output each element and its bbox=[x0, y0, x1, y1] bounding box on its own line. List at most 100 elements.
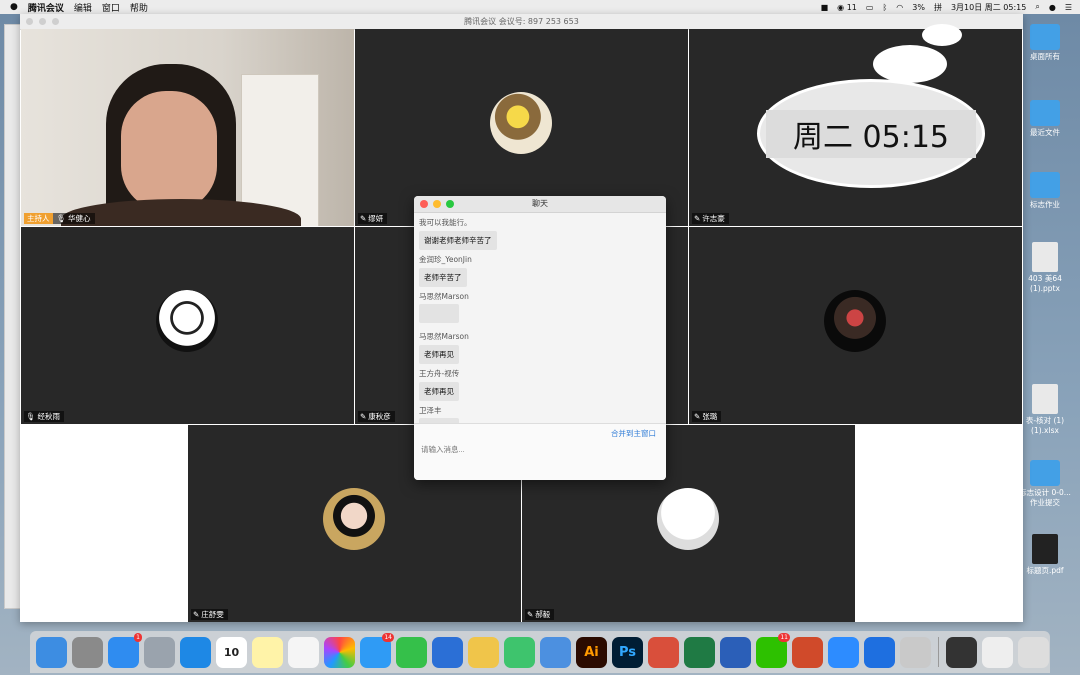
keynote-presentation-icon[interactable] bbox=[540, 636, 571, 668]
cloud-shape bbox=[873, 45, 947, 83]
finder-icon[interactable] bbox=[36, 636, 67, 668]
window-titlebar[interactable]: 腾讯会议 会议号: 897 253 653 bbox=[20, 14, 1023, 30]
calendar-day: 10 bbox=[223, 645, 240, 659]
chat-window: 聊天 我可以我能行。 谢谢老师老师辛苦了 金润珍_YeonJin 老师辛苦了 马思然… bbox=[414, 196, 666, 480]
user-avatar-icon[interactable]: ● bbox=[1049, 3, 1056, 12]
folder-icon bbox=[1030, 172, 1060, 198]
notification-center-icon[interactable]: ☰ bbox=[1065, 3, 1072, 12]
microphone-muted-icon: ✎ bbox=[360, 214, 367, 223]
trash-icon[interactable] bbox=[1018, 636, 1049, 668]
bluetooth-icon[interactable]: ᛒ bbox=[882, 3, 887, 12]
pages-icon[interactable] bbox=[468, 636, 499, 668]
message-bubble: 老师再见 bbox=[419, 345, 459, 364]
chat-titlebar[interactable]: 聊天 bbox=[414, 196, 666, 213]
clock-callout: 周二 05:15 bbox=[757, 79, 985, 188]
powerpoint-icon[interactable] bbox=[792, 636, 823, 668]
participant-name-tag: ✎ 缪妍 bbox=[358, 213, 388, 224]
participant-name-tag: ✎ 庄舒雯 bbox=[191, 609, 228, 620]
participant-name-tag: 主持人 🎙 华健心 bbox=[24, 213, 95, 224]
calendar-icon[interactable]: 10 bbox=[216, 636, 247, 668]
zoom-button[interactable] bbox=[52, 18, 59, 25]
photoshop-icon[interactable]: Ps bbox=[612, 636, 643, 668]
avatar bbox=[156, 290, 218, 352]
messages-icon[interactable]: 14 bbox=[360, 632, 394, 668]
menu-edit[interactable]: 编辑 bbox=[74, 1, 92, 14]
clock-text[interactable]: 3月10日 周二 05:15 bbox=[951, 2, 1026, 13]
participant-name-tag: ✎ 康秋彦 bbox=[358, 411, 395, 422]
minimize-button[interactable] bbox=[39, 18, 46, 25]
word-icon[interactable] bbox=[720, 636, 751, 668]
menu-window[interactable]: 窗口 bbox=[102, 1, 120, 14]
zoom-icon[interactable] bbox=[828, 636, 859, 668]
merge-to-main-window-link[interactable]: 合并到主窗口 bbox=[611, 428, 656, 439]
chat-message-input[interactable] bbox=[419, 444, 663, 455]
desktop-item[interactable]: 表-核对 (1)(1).xlsx bbox=[1016, 384, 1074, 436]
app-store-badge: 1 bbox=[134, 632, 142, 642]
avatar bbox=[657, 488, 719, 550]
wechat-icon[interactable]: 11 bbox=[756, 632, 790, 668]
dock-separator bbox=[938, 637, 939, 667]
message-sender: 金润珍_YeonJin bbox=[419, 255, 472, 264]
chat-zoom-button[interactable] bbox=[446, 200, 454, 208]
participant-name-tag: ✎ 张璐 bbox=[692, 411, 722, 422]
close-button[interactable] bbox=[26, 18, 33, 25]
document-icon bbox=[1032, 242, 1058, 272]
wifi-icon[interactable]: ◠ bbox=[896, 3, 903, 12]
video-tile[interactable]: 🎙 经秋雨 bbox=[21, 227, 354, 424]
meeting-status-icon[interactable]: ■ bbox=[821, 3, 829, 12]
desktop-item[interactable]: 桌面所有 bbox=[1016, 24, 1074, 62]
reminders-icon[interactable] bbox=[288, 636, 319, 668]
messages-badge: 14 bbox=[382, 632, 394, 642]
message-bubble bbox=[419, 304, 459, 323]
folder-icon bbox=[1030, 100, 1060, 126]
system-preferences-icon[interactable] bbox=[72, 636, 103, 668]
excel-icon[interactable] bbox=[684, 636, 715, 668]
wechat-status-icon[interactable]: ◉ 11 bbox=[837, 3, 857, 12]
input-source-icon[interactable]: 拼 bbox=[934, 2, 942, 13]
message-sender: 马思然Marson bbox=[419, 292, 469, 301]
document-stack-icon[interactable] bbox=[982, 636, 1013, 668]
desktop-item[interactable]: 标志作业 bbox=[1016, 172, 1074, 210]
wechat-badge: 11 bbox=[778, 632, 790, 642]
video-tile[interactable]: ✎ 张璐 bbox=[689, 227, 1022, 424]
notes-icon[interactable] bbox=[252, 636, 283, 668]
launchpad-icon[interactable] bbox=[144, 636, 175, 668]
participant-name-tag: 🎙 经秋雨 bbox=[24, 411, 65, 422]
facetime-icon[interactable] bbox=[396, 636, 427, 668]
app-store-icon[interactable]: 1 bbox=[108, 632, 142, 668]
keynote-icon[interactable] bbox=[432, 636, 463, 668]
video-tile[interactable]: 主持人 🎙 华健心 bbox=[21, 29, 354, 226]
tencent-meeting-icon[interactable] bbox=[864, 636, 895, 668]
chat-message: 王方舟-视传 老师再见 bbox=[419, 368, 661, 401]
chat-footer: 合并到主窗口 bbox=[414, 423, 666, 480]
window-title: 腾讯会议 会议号: 897 253 653 bbox=[464, 17, 579, 26]
menu-app-name[interactable]: 腾讯会议 bbox=[28, 1, 64, 14]
battery-level[interactable]: 3% bbox=[912, 3, 925, 12]
desktop-item[interactable]: 最近文件 bbox=[1016, 100, 1074, 138]
person-face bbox=[121, 91, 217, 211]
numbers-icon[interactable] bbox=[504, 636, 535, 668]
desktop-item[interactable]: 标题页.pdf bbox=[1016, 534, 1074, 576]
photos-icon[interactable] bbox=[324, 636, 355, 668]
microphone-muted-icon: ✎ bbox=[694, 214, 701, 223]
folder-icon bbox=[1030, 24, 1060, 50]
apple-menu-icon[interactable]: ● bbox=[10, 2, 18, 12]
chat-close-button[interactable] bbox=[420, 200, 428, 208]
search-icon[interactable]: ⌕ bbox=[1035, 2, 1039, 12]
chat-title: 聊天 bbox=[532, 199, 548, 208]
safari-icon[interactable] bbox=[180, 636, 211, 668]
avatar bbox=[323, 488, 385, 550]
desktop-item[interactable]: 标志设计 0-0...作业提交 bbox=[1016, 460, 1074, 508]
parallels-icon[interactable] bbox=[648, 636, 679, 668]
participant-name-tag: ✎ 郝毅 bbox=[525, 609, 555, 620]
desktop-item[interactable]: 403 美64 (1).pptx bbox=[1016, 242, 1074, 294]
screen-window-icon[interactable] bbox=[946, 636, 977, 668]
cloud-shape bbox=[922, 24, 962, 46]
preview-icon[interactable] bbox=[900, 636, 931, 668]
chat-minimize-button[interactable] bbox=[433, 200, 441, 208]
participant-name-tag: ✎ 许志豪 bbox=[692, 213, 729, 224]
illustrator-icon[interactable]: Ai bbox=[576, 636, 607, 668]
chat-message-list[interactable]: 我可以我能行。 谢谢老师老师辛苦了 金润珍_YeonJin 老师辛苦了 马思然Mar… bbox=[414, 213, 666, 423]
airplay-icon[interactable]: ▭ bbox=[866, 3, 874, 12]
menu-help[interactable]: 帮助 bbox=[130, 1, 148, 14]
